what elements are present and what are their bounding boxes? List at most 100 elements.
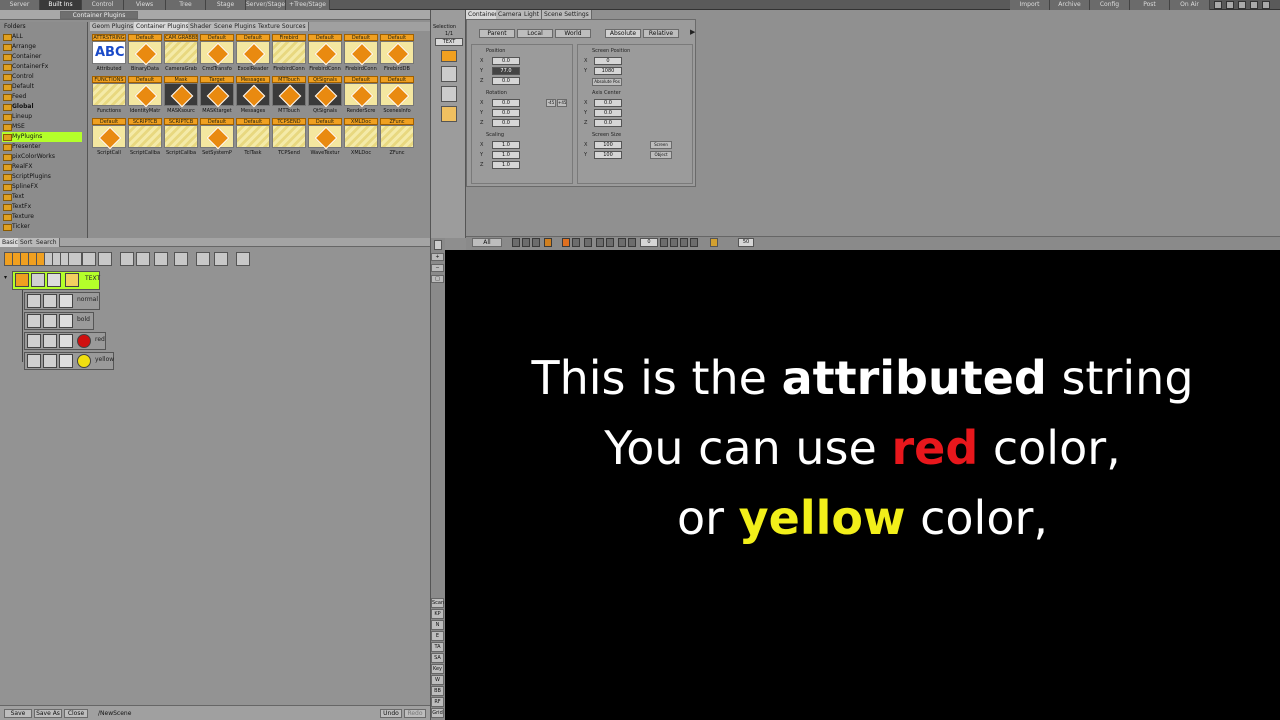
side-button-sa[interactable]: SA [431,653,444,663]
plugin-mttouch[interactable]: MTTouch MTTouch [272,76,306,116]
keyframe-marker-icon[interactable] [710,238,718,247]
side-button-scan[interactable]: Scan [431,598,444,608]
plugin-cmdtransfo[interactable]: Default CmdTransfo [200,34,234,74]
menu-import[interactable]: Import [1010,0,1050,10]
rotation-y-field[interactable]: 0.0 [492,109,520,117]
menu-tab-control[interactable]: Control [82,0,124,10]
plugin-binarydata[interactable]: Default BinaryData [128,34,162,74]
rotate-plus-45-button[interactable]: +45 [557,99,567,107]
goto-end-icon[interactable] [606,238,614,247]
search-icon[interactable] [82,252,96,266]
close-button[interactable]: Close [64,709,88,718]
local-button[interactable]: Local [517,29,553,38]
frame-step-icon[interactable] [670,238,678,247]
menu-tab-built-ins[interactable]: Built Ins [40,0,82,10]
plugin-cameragrab[interactable]: CAM.GRABBER CameraGrab [164,34,198,74]
screen-size-y-field[interactable]: 100 [594,151,622,159]
collapse-arrow-icon[interactable]: ▶ [690,28,695,36]
plugin-qtsignals[interactable]: QtSignals QtSignals [308,76,342,116]
folder-myplugins[interactable]: MyPlugins [2,132,82,142]
menu-tab-tree[interactable]: Tree [166,0,206,10]
selection-name[interactable]: TEXT [435,38,463,46]
side-button-kp[interactable]: KP [431,609,444,619]
tab-camera[interactable]: Camera [496,10,525,19]
screen-position-y-field[interactable]: 1080 [594,67,622,75]
scrollbar-handle[interactable] [434,240,442,250]
plugin-attributed[interactable]: ATTRSTRING ABC Attributed [92,34,126,74]
position-y-field[interactable]: 77.0 [492,67,520,75]
menu-tab-server-stage[interactable]: Server/Stage [246,0,286,10]
plugin-xmldoc[interactable]: XMLDoc XMLDoc [344,118,378,158]
plugin-firebirdconn[interactable]: Default FirebirdConn [344,34,378,74]
loop-icon[interactable] [618,238,626,247]
menu-tab-tree-stage[interactable]: +Tree/Stage [286,0,330,10]
window-button-icon[interactable] [1262,1,1270,9]
folder-presenter[interactable]: Presenter [2,142,82,152]
folder-all[interactable]: ALL [2,32,82,42]
plugin-scriptcallba[interactable]: SCRIPTCB ScriptCallba [164,118,198,158]
position-x-field[interactable]: 0.0 [492,57,520,65]
goto-start-icon[interactable] [512,238,520,247]
save-as-button[interactable]: Save As [34,709,62,718]
plugin-setsystemp[interactable]: Default SetSystemP [200,118,234,158]
frame-field[interactable]: 0 [640,238,658,247]
rotation-z-field[interactable]: 0.0 [492,119,520,127]
sort-icon[interactable] [154,252,168,266]
folder-text[interactable]: Text [2,192,82,202]
side-button-n[interactable]: N [431,620,444,630]
menu-on-air[interactable]: On Air [1170,0,1210,10]
stop-icon[interactable] [562,238,570,247]
fit-view-icon[interactable]: □ [431,275,444,283]
side-button-grid[interactable]: Grid [431,708,444,718]
object-button[interactable]: Object [650,151,672,159]
play-icon[interactable] [544,238,552,247]
menu-tab-views[interactable]: Views [124,0,166,10]
side-button-bb[interactable]: BB [431,686,444,696]
zoom-out-icon[interactable]: − [431,264,444,272]
plugin-scenesinfo[interactable]: Default ScenesInfo [380,76,414,116]
collapse-all-icon[interactable] [136,252,150,266]
plugin-functions[interactable]: FUNCTIONS Functions [92,76,126,116]
next-frame-icon[interactable] [584,238,592,247]
tree-node-root[interactable]: TEXT [12,271,100,290]
axis-center-y-field[interactable]: 0.0 [594,109,622,117]
frame-step-icon[interactable] [660,238,668,247]
parent-button[interactable]: Parent [479,29,515,38]
plugin-scriptcallba[interactable]: SCRIPTCB ScriptCallba [128,118,162,158]
screen-button[interactable]: Screen [650,141,672,149]
side-button-e[interactable]: E [431,631,444,641]
plugin-wavetextur[interactable]: Default WaveTextur [308,118,342,158]
plugin-tcltask[interactable]: Default TclTask [236,118,270,158]
rotate-minus-45-button[interactable]: -45 [546,99,556,107]
folder-realfx[interactable]: RealFX [2,162,82,172]
plugin-identitymatr[interactable]: Default IdentityMatr [128,76,162,116]
tab-texture-sources[interactable]: Texture Sources [256,22,309,31]
plugin-firebirddb[interactable]: Default FirebirdDB [380,34,414,74]
tab-scene-settings[interactable]: Scene Settings [542,10,592,19]
folder-lineup[interactable]: Lineup [2,112,82,122]
texture-icon[interactable] [236,252,250,266]
zoom-icon[interactable] [98,252,112,266]
plugin-masksourc[interactable]: Mask MASKsourc [164,76,198,116]
folder-control[interactable]: Control [2,72,82,82]
menu-archive[interactable]: Archive [1050,0,1090,10]
folder-mse[interactable]: MSE [2,122,82,132]
folder-texture[interactable]: Texture [2,212,82,222]
window-button-icon[interactable] [1226,1,1234,9]
image-icon[interactable] [196,252,210,266]
material-icon[interactable] [441,66,457,82]
redo-button[interactable]: Redo [404,709,426,718]
plugin-firebirdconn[interactable]: Firebird FirebirdConn [272,34,306,74]
relative-button[interactable]: Relative [643,29,679,38]
texture-icon[interactable] [441,86,457,102]
world-button[interactable]: World [555,29,591,38]
folder-splinefx[interactable]: SplineFX [2,182,82,192]
plugin-zfunc[interactable]: ZFunc ZFunc [380,118,414,158]
menu-tab-stage[interactable]: Stage [206,0,246,10]
expand-all-icon[interactable] [120,252,134,266]
folder-default[interactable]: Default [2,82,82,92]
plugin-type-dropdown[interactable]: Container Plugins [60,11,138,19]
plugin-excelreader[interactable]: Default ExcelReader [236,34,270,74]
length-field[interactable]: 50 [738,238,754,247]
menu-tab-server[interactable]: Server [0,0,40,10]
